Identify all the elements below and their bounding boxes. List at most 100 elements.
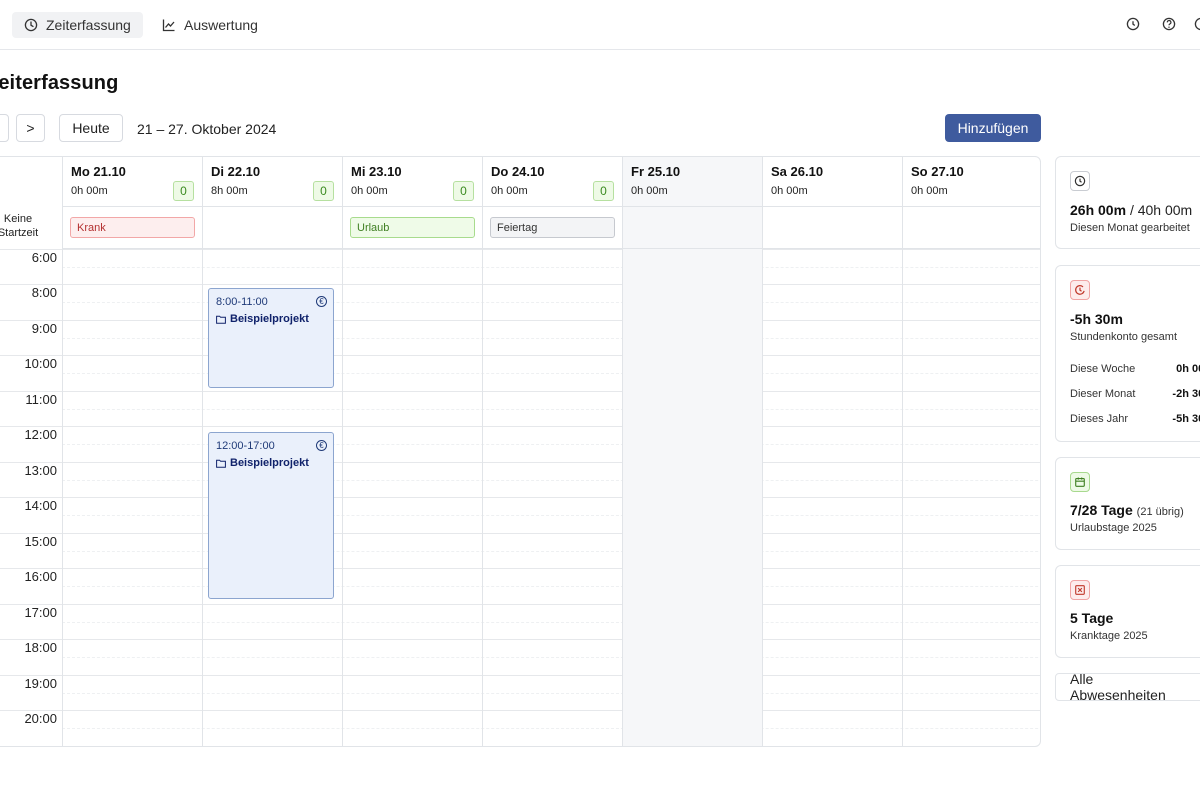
all-day-slot[interactable] bbox=[203, 207, 342, 249]
tab-label: Auswertung bbox=[184, 17, 258, 33]
day-name: Di 22.10 bbox=[211, 164, 261, 179]
day-column[interactable]: So 27.10 0h 00m bbox=[902, 157, 1040, 746]
day-name: Mi 23.10 bbox=[351, 164, 402, 179]
next-week-button[interactable]: > bbox=[16, 114, 45, 142]
tab-zeiterfassung[interactable]: Zeiterfassung bbox=[12, 12, 143, 38]
day-entry-count-badge: 0 bbox=[593, 181, 614, 201]
tab-auswertung[interactable]: Auswertung bbox=[150, 12, 270, 38]
folder-icon bbox=[216, 459, 226, 468]
day-name: Fr 25.10 bbox=[631, 164, 681, 179]
time-label: 15:00 bbox=[24, 534, 57, 549]
chart-line-icon bbox=[162, 19, 175, 32]
day-hours: 0h 00m bbox=[351, 185, 388, 197]
worked-value: 26h 00m / 40h 00m bbox=[1070, 202, 1193, 218]
project-name: Beispielprojekt bbox=[230, 313, 309, 325]
time-label: 6:00 bbox=[31, 250, 57, 265]
day-header: So 27.10 0h 00m bbox=[903, 157, 1040, 207]
time-label: 8:00 bbox=[31, 285, 57, 300]
time-entry-range: 8:00-11:00 bbox=[216, 296, 268, 308]
euro-icon: € bbox=[316, 440, 327, 451]
day-column[interactable]: Do 24.10 0h 00m 0 Feiertag bbox=[482, 157, 622, 746]
all-absences-label: Alle Abwesenheiten bbox=[1070, 671, 1166, 703]
day-header: Mi 23.10 0h 00m 0 bbox=[343, 157, 482, 207]
vacation-card: 7/28 Tage (21 übrig) Urlaubstage 2025 bbox=[1055, 457, 1200, 550]
all-day-slot[interactable] bbox=[763, 207, 902, 249]
all-day-slot[interactable]: Krank bbox=[63, 207, 202, 249]
day-hours: 0h 00m bbox=[911, 185, 948, 197]
time-entry[interactable]: 12:00-17:00 € Beispielprojekt bbox=[208, 432, 334, 599]
day-header: Mo 21.10 0h 00m 0 bbox=[63, 157, 202, 207]
balance-row-week: Diese Woche0h 00m bbox=[1070, 363, 1200, 375]
time-label: 11:00 bbox=[25, 392, 57, 407]
time-label: 13:00 bbox=[24, 463, 57, 478]
calendar-icon bbox=[1070, 472, 1090, 492]
day-column[interactable]: Mo 21.10 0h 00m 0 Krank bbox=[62, 157, 202, 746]
all-day-slot[interactable] bbox=[903, 207, 1040, 249]
history-icon[interactable] bbox=[1126, 17, 1140, 31]
week-calendar: Keine Startzeit 6:00 8:00 9:00 10:00 11:00 12… bbox=[0, 156, 1041, 747]
sick-card: 5 Tage Kranktage 2025 bbox=[1055, 565, 1200, 658]
all-day-slot[interactable] bbox=[623, 207, 762, 249]
tab-label: Zeiterfassung bbox=[46, 17, 131, 33]
euro-icon: € bbox=[316, 296, 327, 307]
day-entry-count-badge: 0 bbox=[453, 181, 474, 201]
vacation-label: Urlaubstage 2025 bbox=[1070, 522, 1157, 534]
day-header: Sa 26.10 0h 00m bbox=[763, 157, 902, 207]
page-title: Zeiterfassung bbox=[0, 72, 119, 94]
day-hours: 0h 00m bbox=[71, 185, 108, 197]
settings-icon[interactable] bbox=[1194, 17, 1200, 31]
all-absences-button[interactable]: Alle Abwesenheiten bbox=[1055, 671, 1200, 703]
help-icon[interactable] bbox=[1162, 17, 1176, 31]
day-hours: 0h 00m bbox=[771, 185, 808, 197]
time-label: 20:00 bbox=[24, 711, 57, 726]
day-name: Sa 26.10 bbox=[771, 164, 824, 179]
day-name: Do 24.10 bbox=[491, 164, 545, 179]
balance-value: -5h 30m bbox=[1070, 311, 1123, 327]
day-column[interactable]: Sa 26.10 0h 00m bbox=[762, 157, 902, 746]
day-column[interactable]: Fr 25.10 0h 00m bbox=[622, 157, 762, 746]
day-header: Do 24.10 0h 00m 0 bbox=[483, 157, 622, 207]
balance-row-month: Dieser Monat-2h 30m bbox=[1070, 388, 1200, 400]
project-name: Beispielprojekt bbox=[230, 457, 309, 469]
vacation-value: 7/28 Tage (21 übrig) bbox=[1070, 502, 1184, 518]
sick-value: 5 Tage bbox=[1070, 610, 1114, 626]
day-hours: 8h 00m bbox=[211, 185, 248, 197]
time-entry[interactable]: 8:00-11:00 € Beispielprojekt bbox=[208, 288, 334, 388]
worked-label: Diesen Monat gearbeitet bbox=[1070, 222, 1190, 234]
all-day-slot[interactable]: Urlaub bbox=[343, 207, 482, 249]
today-button[interactable]: Heute bbox=[59, 114, 123, 142]
folder-icon bbox=[216, 315, 226, 324]
time-label: 19:00 bbox=[24, 676, 57, 691]
balance-row-year: Dieses Jahr-5h 30m bbox=[1070, 413, 1200, 425]
date-range: 21 – 27. Oktober 2024 bbox=[137, 121, 277, 137]
day-column[interactable]: Mi 23.10 0h 00m 0 Urlaub bbox=[342, 157, 482, 746]
day-name: Mo 21.10 bbox=[71, 164, 126, 179]
absence-badge-feiertag[interactable]: Feiertag bbox=[490, 217, 615, 238]
balance-label: Stundenkonto gesamt bbox=[1070, 331, 1178, 343]
add-button[interactable]: Hinzufügen bbox=[945, 114, 1041, 142]
worked-card: 26h 00m / 40h 00m Diesen Monat gearbeite… bbox=[1055, 156, 1200, 249]
clock-icon bbox=[24, 18, 38, 32]
day-name: So 27.10 bbox=[911, 164, 964, 179]
time-entry-range: 12:00-17:00 bbox=[216, 440, 275, 452]
time-label: 10:00 bbox=[24, 356, 57, 371]
prev-week-button[interactable]: < bbox=[0, 114, 9, 142]
no-start-time-label: Keine Startzeit bbox=[0, 213, 39, 239]
absence-badge-krank[interactable]: Krank bbox=[70, 217, 195, 238]
x-square-icon bbox=[1070, 580, 1090, 600]
history-icon bbox=[1070, 280, 1090, 300]
top-nav: Zeiterfassung Auswertung bbox=[0, 0, 1200, 50]
time-label: 14:00 bbox=[24, 498, 57, 513]
day-hours: 0h 00m bbox=[491, 185, 528, 197]
sick-label: Kranktage 2025 bbox=[1070, 630, 1148, 642]
clock-icon bbox=[1070, 171, 1090, 191]
time-label: 17:00 bbox=[24, 605, 57, 620]
time-label: 16:00 bbox=[24, 569, 57, 584]
day-hours: 0h 00m bbox=[631, 185, 668, 197]
all-day-slot[interactable]: Feiertag bbox=[483, 207, 622, 249]
absence-badge-urlaub[interactable]: Urlaub bbox=[350, 217, 475, 238]
day-header: Fr 25.10 0h 00m bbox=[623, 157, 762, 207]
time-label: 12:00 bbox=[24, 427, 57, 442]
time-label: 9:00 bbox=[31, 321, 57, 336]
day-entry-count-badge: 0 bbox=[173, 181, 194, 201]
